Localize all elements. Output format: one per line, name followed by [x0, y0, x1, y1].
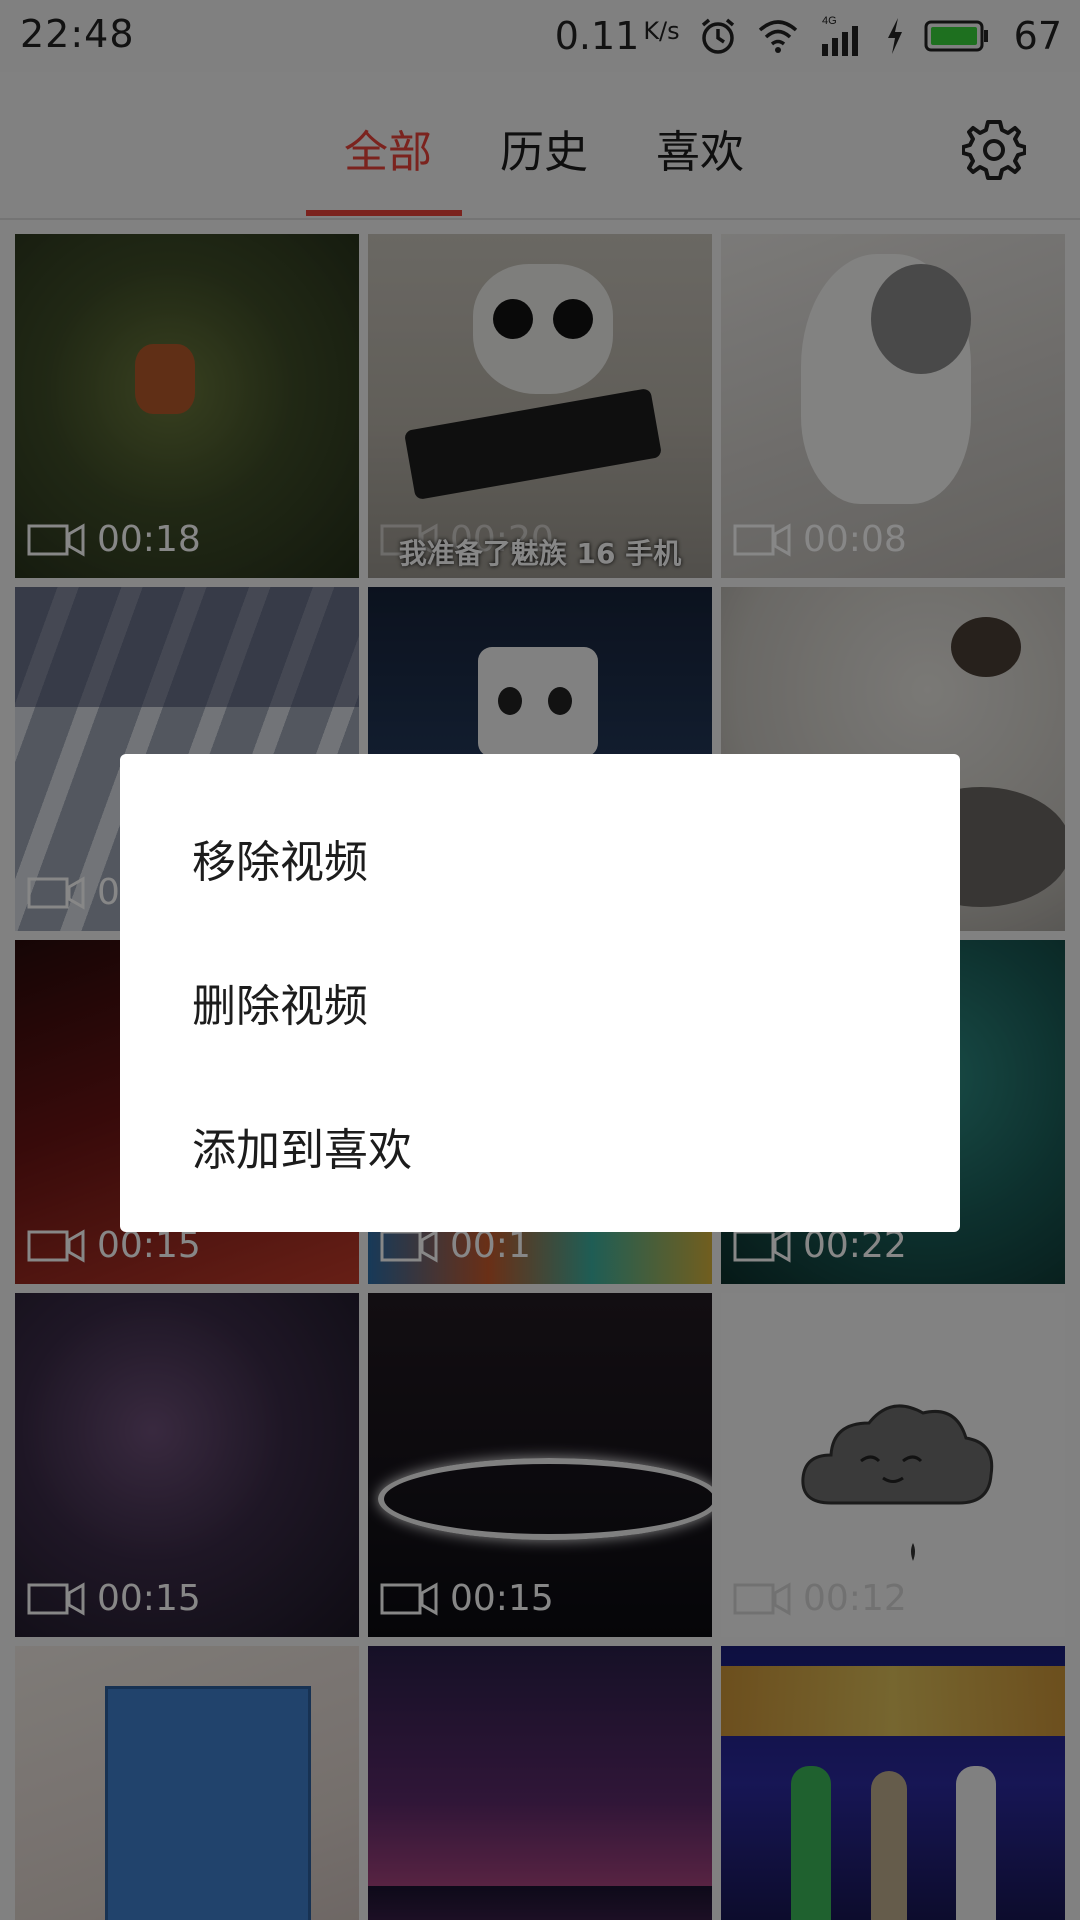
add-to-favorites-option[interactable]: 添加到喜欢: [192, 1114, 412, 1178]
video-gallery-screen: 22:48 0.11 K/s 4G 67 全部 历史 喜欢 00:18 00:2…: [0, 0, 1080, 1920]
remove-video-option[interactable]: 移除视频: [192, 826, 368, 890]
delete-video-option[interactable]: 删除视频: [192, 970, 368, 1034]
video-options-dialog: 移除视频 删除视频 添加到喜欢: [120, 754, 960, 1232]
